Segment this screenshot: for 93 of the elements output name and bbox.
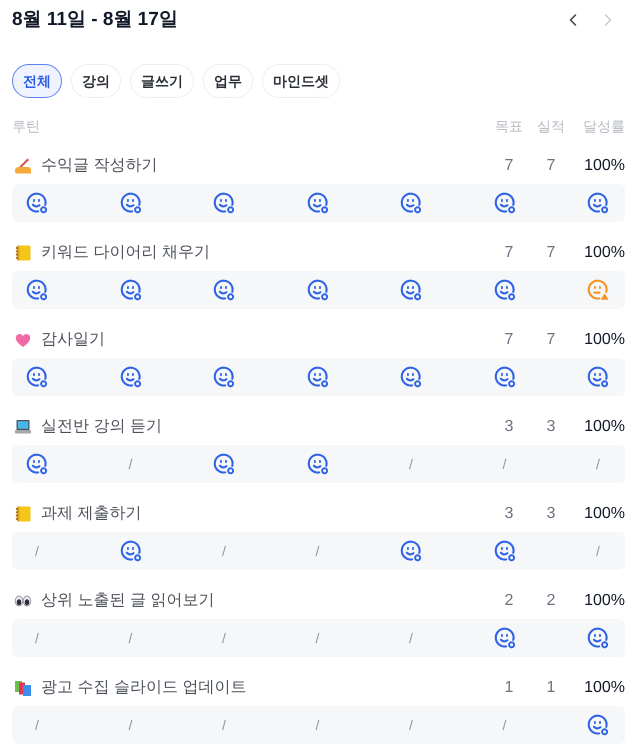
- achievement-rate: 100%: [583, 243, 625, 263]
- day-slash: /: [128, 455, 132, 474]
- day-slash: /: [35, 542, 39, 561]
- writing-hand-icon: [14, 157, 32, 175]
- smiley-icon: [120, 366, 142, 388]
- achievement-rate: 100%: [583, 156, 625, 176]
- books-icon: [14, 679, 32, 697]
- actual-count: 2: [546, 591, 556, 611]
- achievement-rate: 100%: [583, 504, 625, 524]
- notebook-icon: [14, 505, 32, 523]
- day-slash: /: [35, 629, 39, 648]
- category-tab[interactable]: 전체: [12, 64, 62, 98]
- day-slash: /: [409, 629, 413, 648]
- smiley-icon: [26, 279, 48, 301]
- day-slash: /: [222, 629, 226, 648]
- actual-count: 7: [546, 156, 556, 176]
- routine-name: 실전반 강의 듣기: [41, 417, 162, 437]
- actual-count: 3: [546, 417, 556, 437]
- day-slash: /: [35, 716, 39, 735]
- smiley-icon: [400, 540, 422, 562]
- smiley-warning-icon: [587, 279, 609, 301]
- smiley-icon: [587, 366, 609, 388]
- goal-count: 7: [504, 243, 514, 263]
- goal-count: 7: [504, 330, 514, 350]
- smiley-icon: [120, 279, 142, 301]
- day-slash: /: [409, 455, 413, 474]
- routine-name: 수익글 작성하기: [41, 156, 158, 176]
- actual-count: 1: [546, 678, 556, 698]
- smiley-icon: [400, 192, 422, 214]
- smiley-icon: [26, 366, 48, 388]
- goal-column-header: 목표: [494, 116, 524, 136]
- laptop-icon: [14, 418, 32, 436]
- achievement-rate: 100%: [583, 330, 625, 350]
- goal-count: 3: [504, 417, 514, 437]
- smiley-icon: [494, 192, 516, 214]
- routine-column-header: 루틴: [12, 118, 40, 134]
- date-range-title: 8월 11일 - 8월 17일: [12, 8, 178, 32]
- smiley-icon: [213, 192, 235, 214]
- day-slash: /: [128, 629, 132, 648]
- category-tab[interactable]: 글쓰기: [130, 64, 194, 98]
- smiley-icon: [494, 366, 516, 388]
- routine-name: 상위 노출된 글 읽어보기: [41, 591, 214, 611]
- routine-name: 과제 제출하기: [41, 504, 142, 524]
- day-slash: /: [596, 455, 600, 474]
- achievement-rate: 100%: [583, 678, 625, 698]
- actual-column-header: 실적: [536, 116, 566, 136]
- smiley-icon: [213, 453, 235, 475]
- day-slash: /: [502, 455, 506, 474]
- day-slash: /: [316, 542, 320, 561]
- day-slash: /: [596, 542, 600, 561]
- actual-count: 7: [546, 330, 556, 350]
- smiley-icon: [306, 453, 328, 475]
- routine-name: 광고 수집 슬라이드 업데이트: [41, 678, 246, 698]
- smiley-icon: [213, 366, 235, 388]
- day-slash: /: [502, 716, 506, 735]
- smiley-icon: [587, 627, 609, 649]
- category-tab[interactable]: 업무: [203, 64, 253, 98]
- smiley-icon: [587, 192, 609, 214]
- routine-name: 키워드 다이어리 채우기: [41, 243, 210, 263]
- day-slash: /: [316, 716, 320, 735]
- smiley-icon: [306, 192, 328, 214]
- smiley-icon: [494, 627, 516, 649]
- achievement-rate: 100%: [583, 591, 625, 611]
- smiley-icon: [400, 366, 422, 388]
- day-slash: /: [222, 542, 226, 561]
- smiley-icon: [26, 453, 48, 475]
- smiley-icon: [120, 192, 142, 214]
- smiley-icon: [306, 366, 328, 388]
- smiley-icon: [494, 540, 516, 562]
- day-slash: /: [316, 629, 320, 648]
- goal-count: 3: [504, 504, 514, 524]
- day-slash: /: [128, 716, 132, 735]
- smiley-icon: [400, 279, 422, 301]
- day-slash: /: [409, 716, 413, 735]
- goal-count: 7: [504, 156, 514, 176]
- routine-name: 감사일기: [41, 330, 105, 350]
- actual-count: 3: [546, 504, 556, 524]
- smiley-icon: [213, 279, 235, 301]
- rate-column-header: 달성률: [582, 116, 625, 136]
- smiley-icon: [587, 714, 609, 736]
- heart-icon: [14, 331, 32, 349]
- goal-count: 2: [504, 591, 514, 611]
- category-tab[interactable]: 마인드셋: [262, 64, 340, 98]
- smiley-icon: [494, 279, 516, 301]
- smiley-icon: [120, 540, 142, 562]
- notebook-icon: [14, 244, 32, 262]
- smiley-icon: [306, 279, 328, 301]
- achievement-rate: 100%: [583, 417, 625, 437]
- actual-count: 7: [546, 243, 556, 263]
- category-tab[interactable]: 강의: [71, 64, 121, 98]
- day-slash: /: [222, 716, 226, 735]
- smiley-icon: [26, 192, 48, 214]
- goal-count: 1: [504, 678, 514, 698]
